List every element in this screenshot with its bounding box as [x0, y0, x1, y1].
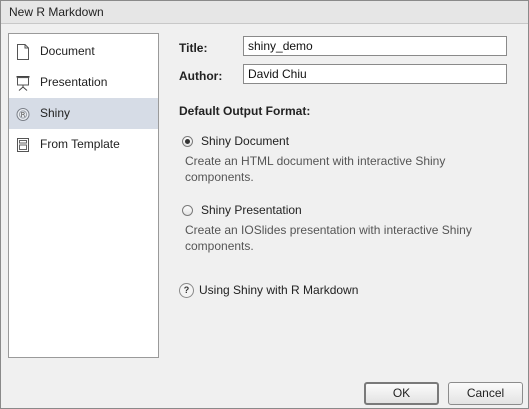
shiny-presentation-option[interactable]: Shiny Presentation: [182, 203, 342, 219]
using-shiny-help-link[interactable]: ? Using Shiny with R Markdown: [179, 283, 369, 298]
sidebar-item-label: Presentation: [40, 75, 108, 89]
shiny-document-radio[interactable]: [182, 136, 193, 147]
template-icon: [16, 137, 30, 153]
author-label: Author:: [179, 69, 223, 83]
sidebar: Document Presentation R Shiny From Templ…: [8, 33, 159, 358]
title-input[interactable]: [243, 36, 507, 56]
sidebar-item-shiny[interactable]: R Shiny: [9, 98, 158, 129]
sidebar-item-label: From Template: [40, 137, 120, 151]
sidebar-item-label: Document: [40, 44, 95, 58]
title-bar[interactable]: New R Markdown: [1, 1, 528, 24]
svg-text:R: R: [21, 111, 26, 119]
shiny-document-description: Create an HTML document with interactive…: [185, 154, 446, 184]
help-link-label: Using Shiny with R Markdown: [199, 283, 359, 297]
cancel-button[interactable]: Cancel: [448, 382, 523, 405]
shiny-document-option[interactable]: Shiny Document: [182, 134, 332, 150]
title-label: Title:: [179, 41, 208, 55]
shiny-presentation-label: Shiny Presentation: [201, 203, 302, 217]
sidebar-item-presentation[interactable]: Presentation: [9, 67, 158, 98]
author-input[interactable]: [243, 64, 507, 84]
shiny-presentation-description: Create an IOSlides presentation with int…: [185, 223, 472, 253]
output-format-heading: Default Output Format:: [179, 104, 311, 118]
shiny-document-label: Shiny Document: [201, 134, 290, 148]
ok-button[interactable]: OK: [364, 382, 439, 405]
document-icon: [16, 44, 30, 60]
shiny-presentation-radio[interactable]: [182, 205, 193, 216]
shiny-icon: R: [16, 106, 30, 122]
sidebar-item-label: Shiny: [40, 106, 71, 120]
presentation-icon: [16, 75, 30, 91]
sidebar-item-document[interactable]: Document: [9, 36, 158, 67]
sidebar-item-from-template[interactable]: From Template: [9, 129, 158, 160]
new-r-markdown-dialog: New R Markdown Document Presentation R S…: [0, 0, 529, 409]
window-title: New R Markdown: [9, 5, 104, 19]
help-icon: ?: [179, 283, 194, 298]
